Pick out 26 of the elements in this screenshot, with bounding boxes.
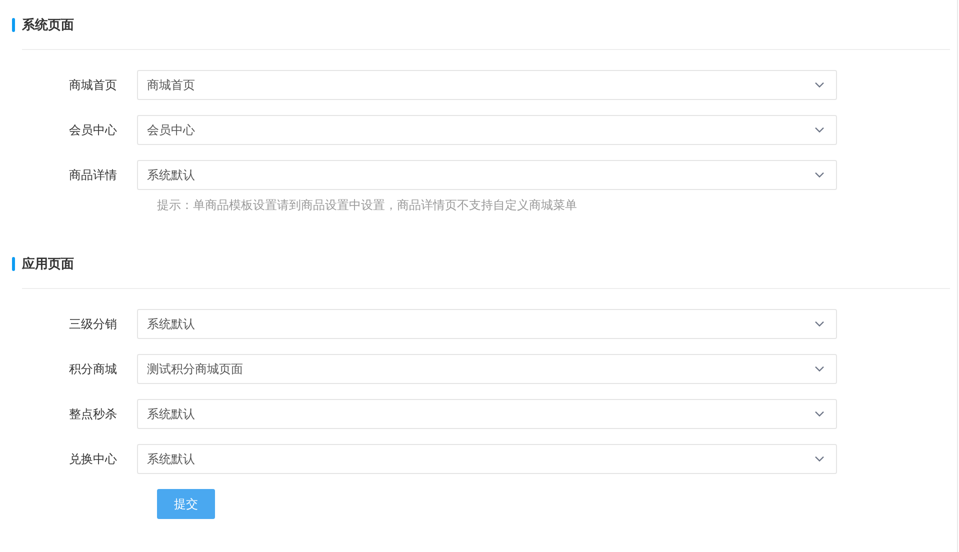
dropdown-select[interactable]: 商城首页 xyxy=(137,70,837,100)
chevron-down-icon xyxy=(815,411,824,417)
section-marker xyxy=(12,18,15,32)
chevron-down-icon xyxy=(815,127,824,133)
field-label: 商品详情 xyxy=(68,166,118,184)
field-label: 三级分销 xyxy=(68,316,118,332)
field-label: 会员中心 xyxy=(68,122,118,138)
chevron-down-icon xyxy=(815,456,824,462)
chevron-down-icon xyxy=(815,321,824,327)
hint-text: 提示：单商品模板设置请到商品设置中设置，商品详情页不支持自定义商城菜单 xyxy=(157,197,577,214)
chevron-down-icon xyxy=(815,82,824,88)
dropdown-select[interactable]: 测试积分商城页面 xyxy=(137,354,837,384)
dropdown-select[interactable]: 系统默认 xyxy=(137,160,837,190)
dropdown-select[interactable]: 会员中心 xyxy=(137,115,837,145)
chevron-down-icon xyxy=(815,366,824,372)
field-label: 商城首页 xyxy=(68,76,118,94)
field-label: 积分商城 xyxy=(68,360,118,378)
field-label: 整点秒杀 xyxy=(68,406,118,422)
section-marker xyxy=(12,257,15,271)
dropdown-select[interactable]: 系统默认 xyxy=(137,399,837,429)
section-title: 系统页面 xyxy=(22,16,74,34)
dropdown-select[interactable]: 系统默认 xyxy=(137,444,837,474)
field-label: 兑换中心 xyxy=(68,450,118,468)
section-title: 应用页面 xyxy=(22,256,74,273)
dropdown-select[interactable]: 系统默认 xyxy=(137,309,837,339)
chevron-down-icon xyxy=(815,172,824,178)
